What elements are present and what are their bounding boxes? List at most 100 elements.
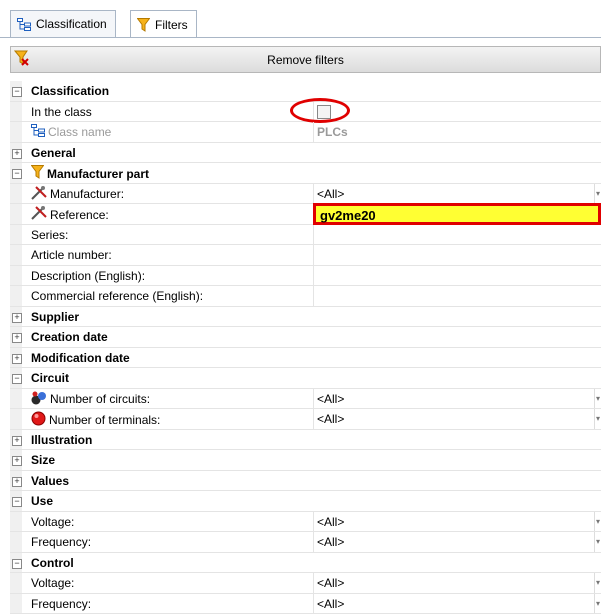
category-illustration[interactable]: + Illustration <box>10 430 601 451</box>
property-row-control-frequency: Frequency: <All>▾ <box>10 594 601 614</box>
property-row-class-name: Class name PLCs <box>10 122 601 143</box>
chevron-down-icon[interactable]: ▾ <box>594 512 601 532</box>
property-label: Frequency: <box>31 535 91 549</box>
category-label: Illustration <box>31 433 92 447</box>
property-label: Number of circuits: <box>50 392 150 406</box>
funnel-icon <box>137 18 150 32</box>
category-label: Control <box>31 556 74 570</box>
category-label: Use <box>31 494 53 508</box>
property-row-control-voltage: Voltage: <All>▾ <box>10 573 601 594</box>
property-row-description: Description (English): <box>10 266 601 287</box>
tab-label: Filters <box>155 18 188 32</box>
chevron-down-icon[interactable]: ▾ <box>594 573 601 593</box>
category-supplier[interactable]: + Supplier <box>10 307 601 328</box>
expand-toggle-icon[interactable]: + <box>12 436 22 446</box>
chevron-down-icon[interactable]: ▾ <box>594 409 601 429</box>
control-voltage-dropdown[interactable]: <All>▾ <box>313 573 601 593</box>
property-row-manufacturer: Manufacturer: <All>▾ <box>10 184 601 205</box>
category-use[interactable]: − Use <box>10 491 601 512</box>
property-label: Description (English): <box>31 269 145 283</box>
property-row-number-of-circuits: Number of circuits: <All>▾ <box>10 389 601 410</box>
use-voltage-dropdown[interactable]: <All>▾ <box>313 512 601 532</box>
tab-label: Classification <box>36 17 107 31</box>
filter-property-grid: − Classification In the class Class name… <box>10 81 601 614</box>
category-manufacturer-part[interactable]: − Manufacturer part <box>10 163 601 184</box>
expand-toggle-icon[interactable]: + <box>12 456 22 466</box>
category-label: Manufacturer part <box>47 167 149 181</box>
remove-filters-label: Remove filters <box>11 53 600 67</box>
expand-toggle-icon[interactable]: + <box>12 354 22 364</box>
category-label: Creation date <box>31 330 108 344</box>
tools-icon <box>31 186 47 203</box>
number-of-circuits-dropdown[interactable]: <All>▾ <box>313 389 601 409</box>
property-label: Number of terminals: <box>49 413 160 427</box>
expand-toggle-icon[interactable]: + <box>12 149 22 159</box>
use-frequency-dropdown[interactable]: <All>▾ <box>313 532 601 552</box>
remove-filters-button[interactable]: Remove filters <box>10 46 601 73</box>
category-label: Modification date <box>31 351 130 365</box>
category-label: Size <box>31 453 55 467</box>
collapse-toggle-icon[interactable]: − <box>12 87 22 97</box>
chevron-down-icon[interactable]: ▾ <box>594 184 601 204</box>
property-row-use-voltage: Voltage: <All>▾ <box>10 512 601 533</box>
category-creation-date[interactable]: + Creation date <box>10 327 601 348</box>
tab-filters[interactable]: Filters <box>130 10 197 38</box>
category-values[interactable]: + Values <box>10 471 601 492</box>
tab-classification[interactable]: Classification <box>10 10 116 37</box>
annotation-circle <box>290 98 350 123</box>
property-label: Article number: <box>31 248 112 262</box>
category-modification-date[interactable]: + Modification date <box>10 348 601 369</box>
category-label: Values <box>31 474 69 488</box>
class-tree-icon <box>17 18 31 31</box>
tab-divider <box>0 37 601 38</box>
property-label: Series: <box>31 228 68 242</box>
collapse-toggle-icon[interactable]: − <box>12 559 22 569</box>
circuits-icon <box>31 391 47 408</box>
collapse-toggle-icon[interactable]: − <box>12 497 22 507</box>
series-input[interactable] <box>313 225 601 245</box>
chevron-down-icon[interactable]: ▾ <box>594 532 601 552</box>
property-row-series: Series: <box>10 225 601 246</box>
chevron-down-icon[interactable]: ▾ <box>594 594 601 614</box>
tab-bar: Classification Filters <box>0 0 601 38</box>
class-tree-icon <box>31 124 45 140</box>
category-size[interactable]: + Size <box>10 450 601 471</box>
category-label: Classification <box>31 84 109 98</box>
chevron-down-icon[interactable]: ▾ <box>594 389 601 409</box>
property-row-number-of-terminals: Number of terminals: <All>▾ <box>10 409 601 430</box>
expand-toggle-icon[interactable]: + <box>12 313 22 323</box>
category-control[interactable]: − Control <box>10 553 601 574</box>
property-row-article-number: Article number: <box>10 245 601 266</box>
expand-toggle-icon[interactable]: + <box>12 333 22 343</box>
property-row-commercial-reference: Commercial reference (English): <box>10 286 601 307</box>
property-row-in-the-class: In the class <box>10 102 601 123</box>
property-label: In the class <box>31 105 92 119</box>
manufacturer-dropdown[interactable]: <All>▾ <box>313 184 601 204</box>
property-label: Reference: <box>50 208 109 222</box>
number-of-terminals-dropdown[interactable]: <All>▾ <box>313 409 601 429</box>
property-label: Class name <box>48 125 111 139</box>
class-name-value: PLCs <box>313 122 601 142</box>
property-label: Commercial reference (English): <box>31 289 203 303</box>
control-frequency-dropdown[interactable]: <All>▾ <box>313 594 601 614</box>
terminal-icon <box>31 411 46 429</box>
category-label: Supplier <box>31 310 79 324</box>
property-label: Frequency: <box>31 597 91 611</box>
category-label: General <box>31 146 76 160</box>
category-general[interactable]: + General <box>10 143 601 164</box>
commercial-reference-input[interactable] <box>313 286 601 306</box>
property-label: Voltage: <box>31 515 74 529</box>
funnel-icon <box>31 165 44 182</box>
reference-input[interactable]: gv2me20 <box>313 203 601 225</box>
article-number-input[interactable] <box>313 245 601 265</box>
category-label: Circuit <box>31 371 69 385</box>
collapse-toggle-icon[interactable]: − <box>12 374 22 384</box>
collapse-toggle-icon[interactable]: − <box>12 169 22 179</box>
property-row-reference: Reference: gv2me20 <box>10 204 601 225</box>
property-label: Manufacturer: <box>50 187 124 201</box>
property-row-use-frequency: Frequency: <All>▾ <box>10 532 601 553</box>
property-label: Voltage: <box>31 576 74 590</box>
category-circuit[interactable]: − Circuit <box>10 368 601 389</box>
description-input[interactable] <box>313 266 601 286</box>
expand-toggle-icon[interactable]: + <box>12 477 22 487</box>
